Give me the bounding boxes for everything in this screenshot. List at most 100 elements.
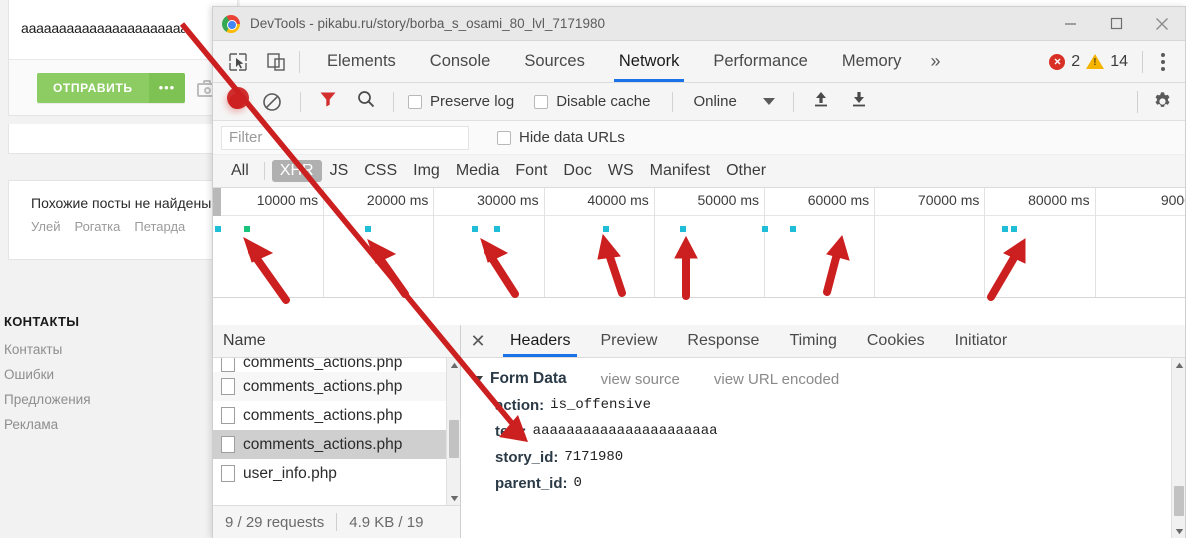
type-filter-doc[interactable]: Doc bbox=[555, 160, 599, 182]
error-icon[interactable] bbox=[1049, 53, 1066, 70]
close-detail-icon[interactable]: ✕ bbox=[461, 325, 495, 357]
type-filter-media[interactable]: Media bbox=[448, 160, 508, 182]
overview-tick bbox=[874, 188, 876, 297]
tab-timing[interactable]: Timing bbox=[774, 325, 851, 357]
overview-event-marker bbox=[790, 226, 796, 232]
type-filter-xhr[interactable]: XHR bbox=[271, 160, 322, 182]
clear-icon[interactable] bbox=[262, 92, 282, 112]
table-row[interactable]: comments_actions.php bbox=[213, 372, 460, 401]
form-data-value: is_offensive bbox=[550, 397, 651, 413]
type-filter-other[interactable]: Other bbox=[718, 160, 774, 182]
contacts-link-errors[interactable]: Ошибки bbox=[2, 362, 240, 387]
type-filter-manifest[interactable]: Manifest bbox=[642, 160, 718, 182]
send-more-options[interactable]: ••• bbox=[148, 72, 186, 103]
toolbar-divider bbox=[1137, 90, 1138, 113]
filter-icon[interactable] bbox=[318, 89, 338, 114]
search-icon[interactable] bbox=[356, 89, 376, 114]
request-name: comments_actions.php bbox=[243, 435, 403, 453]
checkbox-box bbox=[408, 94, 422, 109]
scrollbar-thumb[interactable] bbox=[449, 420, 459, 458]
type-filter-img[interactable]: Img bbox=[405, 160, 448, 182]
table-row[interactable]: comments_actions.php bbox=[213, 401, 460, 430]
table-row[interactable]: comments_actions.php bbox=[213, 430, 460, 459]
contacts-link-contacts[interactable]: Контакты bbox=[2, 337, 240, 362]
tab-elements[interactable]: Elements bbox=[310, 41, 413, 82]
preserve-log-checkbox[interactable]: Preserve log bbox=[408, 93, 528, 110]
type-filter-all[interactable]: All bbox=[223, 160, 257, 182]
contacts-link-suggestions[interactable]: Предложения bbox=[2, 387, 240, 412]
close-button[interactable] bbox=[1139, 7, 1185, 40]
tab-cookies[interactable]: Cookies bbox=[852, 325, 940, 357]
tag-item[interactable]: Петарда bbox=[134, 219, 185, 234]
comment-textarea[interactable]: aaaaaaaaaaaaaaaaaaaaaa bbox=[9, 0, 237, 60]
table-row[interactable]: comments_actions.php bbox=[213, 358, 460, 372]
hide-data-urls-label: Hide data URLs bbox=[519, 129, 625, 146]
send-comment-button[interactable]: ОТПРАВИТЬ ••• bbox=[37, 72, 186, 103]
overview-event-marker bbox=[244, 226, 250, 232]
type-filter-css[interactable]: CSS bbox=[356, 160, 405, 182]
comment-actions-row: ОТПРАВИТЬ ••• bbox=[9, 60, 237, 115]
type-filter-font[interactable]: Font bbox=[507, 160, 555, 182]
tab-memory[interactable]: Memory bbox=[825, 41, 919, 82]
request-list-header[interactable]: Name bbox=[213, 325, 460, 358]
toolbar-divider bbox=[299, 50, 300, 73]
checkbox-box bbox=[534, 94, 549, 109]
type-filter-ws[interactable]: WS bbox=[600, 160, 642, 182]
tag-item[interactable]: Улей bbox=[31, 219, 60, 234]
devtools-titlebar: DevTools - pikabu.ru/story/borba_s_osami… bbox=[213, 7, 1185, 41]
request-name: comments_actions.php bbox=[243, 377, 403, 395]
window-controls bbox=[1047, 7, 1185, 40]
tab-network[interactable]: Network bbox=[602, 41, 697, 82]
form-data-key: text: bbox=[495, 422, 527, 440]
scroll-down-arrow[interactable] bbox=[447, 491, 460, 505]
table-row[interactable]: user_info.php bbox=[213, 459, 460, 488]
request-list-scrollbar[interactable] bbox=[446, 358, 460, 505]
scrollbar-thumb[interactable] bbox=[1174, 486, 1184, 516]
filter-input[interactable]: Filter bbox=[221, 125, 469, 150]
overview-event-marker bbox=[762, 226, 768, 232]
form-data-entry: action: is_offensive bbox=[461, 392, 1185, 418]
more-tabs-button[interactable]: » bbox=[918, 51, 952, 72]
export-har-icon[interactable] bbox=[849, 89, 869, 114]
overview-tick bbox=[984, 188, 986, 297]
toggle-device-toolbar-icon[interactable] bbox=[263, 49, 289, 75]
tag-item[interactable]: Рогатка bbox=[74, 219, 120, 234]
scroll-up-arrow[interactable] bbox=[1172, 358, 1185, 372]
scroll-down-arrow[interactable] bbox=[1172, 524, 1185, 538]
inspect-element-icon[interactable] bbox=[225, 49, 251, 75]
detail-scrollbar[interactable] bbox=[1171, 358, 1185, 538]
type-filter-js[interactable]: JS bbox=[322, 160, 357, 182]
warning-icon[interactable] bbox=[1086, 54, 1105, 69]
chevron-down-icon[interactable] bbox=[473, 375, 483, 383]
toolbar-divider bbox=[792, 91, 794, 112]
import-har-icon[interactable] bbox=[811, 89, 831, 114]
network-overview-timeline[interactable]: 10000 ms 20000 ms 30000 ms 40000 ms 50000 ms… bbox=[213, 188, 1185, 298]
form-data-key: story_id: bbox=[495, 448, 559, 466]
chevron-down-icon[interactable] bbox=[762, 98, 775, 105]
tab-sources[interactable]: Sources bbox=[507, 41, 602, 82]
tab-performance[interactable]: Performance bbox=[696, 41, 824, 82]
minimize-button[interactable] bbox=[1047, 7, 1093, 40]
disable-cache-checkbox[interactable]: Disable cache bbox=[534, 93, 664, 110]
tab-headers[interactable]: Headers bbox=[495, 325, 585, 357]
network-toolbar: Preserve log Disable cache Online bbox=[213, 83, 1185, 121]
request-detail-pane: ✕ Headers Preview Response Timing Cookie… bbox=[461, 325, 1185, 538]
record-stop-icon[interactable] bbox=[229, 94, 244, 109]
tab-console[interactable]: Console bbox=[413, 41, 508, 82]
request-list[interactable]: comments_actions.php comments_actions.php… bbox=[213, 358, 460, 505]
throttling-select[interactable]: Online bbox=[693, 93, 736, 110]
tab-response[interactable]: Response bbox=[672, 325, 774, 357]
view-source-link[interactable]: view source bbox=[601, 371, 680, 388]
contacts-link-advertising[interactable]: Реклама bbox=[2, 412, 240, 437]
more-options-icon[interactable] bbox=[1157, 52, 1179, 71]
hide-data-urls-checkbox[interactable]: Hide data URLs bbox=[497, 129, 639, 146]
headers-detail-content: Form Data view source view URL encoded a… bbox=[461, 358, 1185, 538]
form-data-section-header[interactable]: Form Data view source view URL encoded bbox=[461, 366, 1185, 392]
tab-initiator[interactable]: Initiator bbox=[940, 325, 1022, 357]
view-url-encoded-link[interactable]: view URL encoded bbox=[714, 371, 839, 388]
tab-preview[interactable]: Preview bbox=[585, 325, 672, 357]
transferred-size: 4.9 KB / 19 bbox=[349, 513, 424, 531]
settings-button[interactable] bbox=[1129, 90, 1185, 113]
maximize-button[interactable] bbox=[1093, 7, 1139, 40]
scroll-up-arrow[interactable] bbox=[447, 358, 460, 372]
